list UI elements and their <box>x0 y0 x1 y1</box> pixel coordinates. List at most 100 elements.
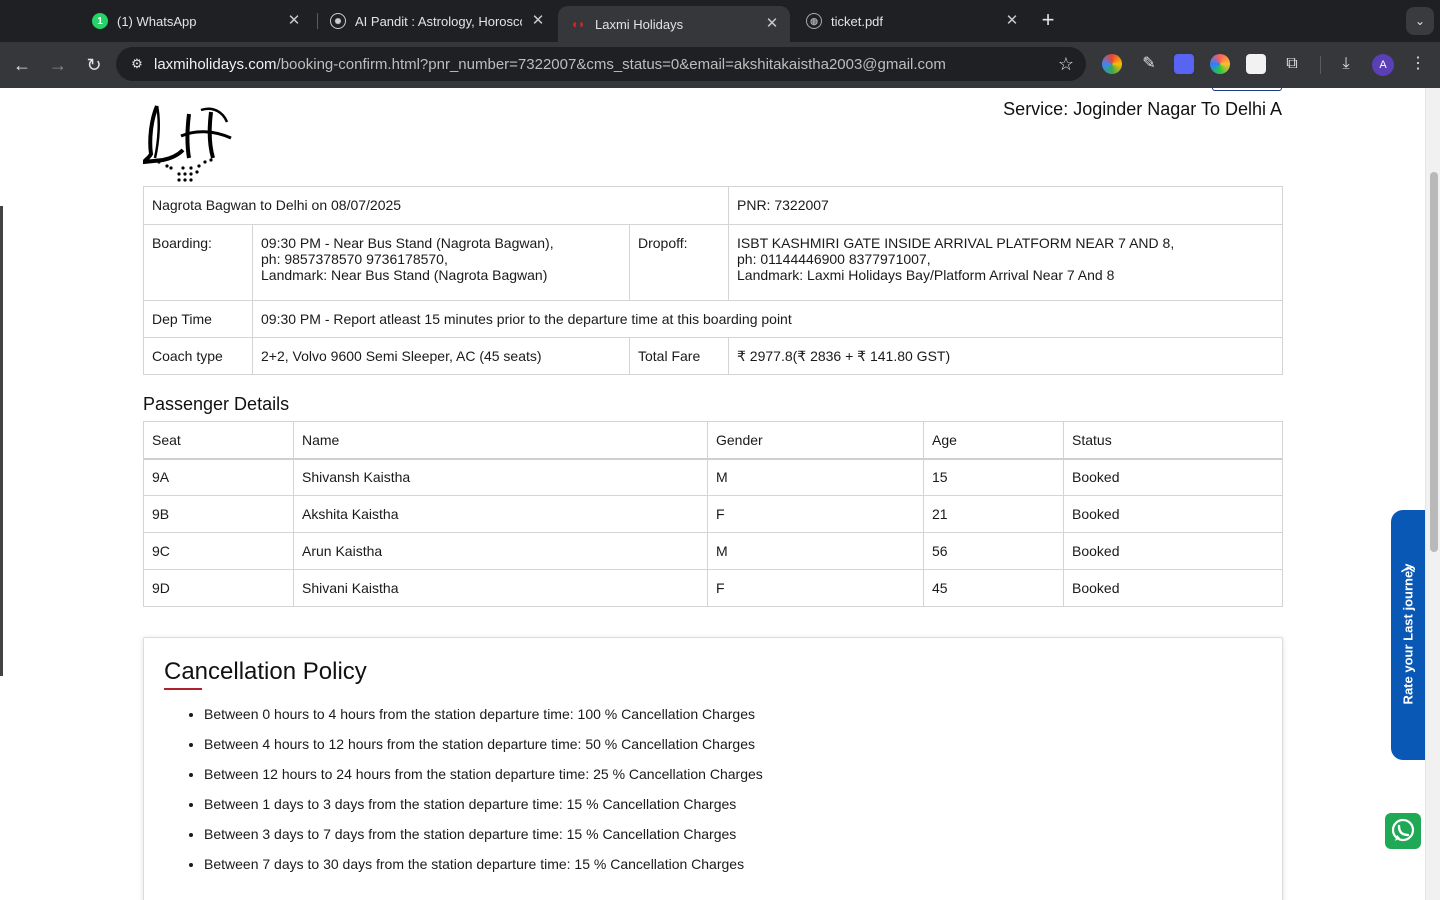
table-row: 9C Arun Kaistha M 56 Booked <box>143 532 1283 570</box>
column-header-gender: Gender <box>707 421 924 460</box>
table-row: 9B Akshita Kaistha F 21 Booked <box>143 495 1283 533</box>
cancellation-policy-title: Cancellation Policy <box>164 658 367 685</box>
boarding-label: Boarding: <box>143 224 253 301</box>
whatsapp-icon <box>1391 818 1415 842</box>
extensions-puzzle-icon[interactable]: ⧉ <box>1281 53 1303 75</box>
age-cell: 45 <box>923 569 1064 607</box>
name-cell: Akshita Kaistha <box>293 495 708 533</box>
tab-title: Laxmi Holidays <box>595 16 684 32</box>
bookmark-star-icon[interactable]: ☆ <box>1058 54 1074 75</box>
list-item: Between 3 days to 7 days from the statio… <box>204 824 763 854</box>
age-cell: 56 <box>923 532 1064 570</box>
arrow-left-icon: ← <box>13 55 31 75</box>
extension-ring-icon[interactable] <box>1210 54 1230 74</box>
boarding-line: Landmark: Near Bus Stand (Nagrota Bagwan… <box>261 267 548 283</box>
seat-cell: 9C <box>143 532 294 570</box>
status-cell: Booked <box>1063 495 1283 533</box>
tab-title: (1) WhatsApp <box>117 13 197 29</box>
dropoff-line: Landmark: Laxmi Holidays Bay/Platform Ar… <box>737 267 1115 283</box>
name-cell: Arun Kaistha <box>293 532 708 570</box>
back-button[interactable]: ← <box>9 52 35 78</box>
browser-toolbar: ← → ↻ ⚙ laxmiholidays.com/booking-confir… <box>0 42 1440 88</box>
laxmi-favicon: ◖◗ <box>570 17 586 31</box>
list-item: Between 4 hours to 12 hours from the sta… <box>204 734 763 764</box>
page-scrollbar[interactable] <box>1425 88 1440 900</box>
url-host: laxmiholidays.com <box>154 55 277 73</box>
route-cell: Nagrota Bagwan to Delhi on 08/07/2025 <box>143 186 729 225</box>
chevron-down-icon: ⌄ <box>1414 14 1426 28</box>
passenger-details-title: Passenger Details <box>143 394 290 414</box>
scrollbar-thumb[interactable] <box>1430 172 1438 552</box>
age-cell: 21 <box>923 495 1064 533</box>
forward-button[interactable]: → <box>45 52 71 78</box>
table-row: Coach type 2+2, Volvo 9600 Semi Sleeper,… <box>143 337 1283 375</box>
dropoff-line: ph: 01144446900 8377971007, <box>737 251 931 267</box>
cancellation-list: Between 0 hours to 4 hours from the stat… <box>204 704 763 884</box>
extension-t-icon[interactable] <box>1246 54 1266 74</box>
column-header-status: Status <box>1063 421 1283 460</box>
tab-whatsapp[interactable]: 1 (1) WhatsApp ✕ <box>80 6 312 36</box>
laxmi-holidays-logo <box>143 105 232 182</box>
toolbar-divider <box>1320 56 1321 74</box>
color-extension-icon[interactable] <box>1102 54 1122 74</box>
gender-cell: M <box>707 458 924 496</box>
close-tab-icon[interactable]: ✕ <box>286 13 302 29</box>
gender-cell: F <box>707 569 924 607</box>
dropoff-line: ISBT KASHMIRI GATE INSIDE ARRIVAL PLATFO… <box>737 235 1175 251</box>
top-button-edge[interactable] <box>1212 88 1282 91</box>
browser-tab-strip: 1 (1) WhatsApp ✕ ✺ AI Pandit : Astrology… <box>0 0 1440 42</box>
rate-journey-label: Rate your Last journey <box>1400 563 1416 705</box>
rate-journey-tab[interactable]: ︿ Rate your Last journey <box>1391 510 1425 760</box>
close-tab-icon[interactable]: ✕ <box>1004 13 1020 29</box>
fare-label: Total Fare <box>629 337 729 375</box>
status-cell: Booked <box>1063 569 1283 607</box>
close-tab-icon[interactable]: ✕ <box>530 13 546 29</box>
download-icon[interactable]: ⤓ <box>1335 53 1357 75</box>
tab-ai-pandit[interactable]: ✺ AI Pandit : Astrology, Horoscope ✕ <box>318 6 556 36</box>
list-item: Between 1 days to 3 days from the statio… <box>204 794 763 824</box>
dep-time-label: Dep Time <box>143 300 253 338</box>
status-cell: Booked <box>1063 532 1283 570</box>
gender-cell: F <box>707 495 924 533</box>
site-settings-icon[interactable]: ⚙ <box>120 47 154 81</box>
name-cell: Shivani Kaistha <box>293 569 708 607</box>
table-row: Dep Time 09:30 PM - Report atleast 15 mi… <box>143 300 1283 338</box>
tab-ticket-pdf[interactable]: ◍ ticket.pdf ✕ <box>794 6 1030 36</box>
tab-title: ticket.pdf <box>831 13 884 29</box>
boarding-line: 09:30 PM - Near Bus Stand (Nagrota Bagwa… <box>261 235 554 251</box>
seat-cell: 9B <box>143 495 294 533</box>
journey-info-table: Nagrota Bagwan to Delhi on 08/07/2025 PN… <box>143 186 1283 375</box>
close-tab-icon[interactable]: ✕ <box>764 16 780 32</box>
arrow-right-icon: → <box>49 55 67 75</box>
boarding-details: 09:30 PM - Near Bus Stand (Nagrota Bagwa… <box>252 224 630 301</box>
profile-avatar[interactable]: A <box>1372 54 1394 76</box>
dep-time-value: 09:30 PM - Report atleast 15 minutes pri… <box>252 300 1283 338</box>
service-title: Service: Joginder Nagar To Delhi A <box>1003 99 1282 119</box>
menu-kebab-icon[interactable]: ⋮ <box>1407 53 1429 75</box>
address-bar[interactable]: ⚙ laxmiholidays.com/booking-confirm.html… <box>116 47 1086 81</box>
seat-cell: 9D <box>143 569 294 607</box>
tab-search-button[interactable]: ⌄ <box>1406 7 1434 35</box>
seat-cell: 9A <box>143 458 294 496</box>
table-row: 9A Shivansh Kaistha M 15 Booked <box>143 458 1283 496</box>
url-text: laxmiholidays.com/booking-confirm.html?p… <box>154 56 946 73</box>
url-path: /booking-confirm.html?pnr_number=7322007… <box>276 55 946 73</box>
title-underline <box>164 688 202 690</box>
pnr-cell: PNR: 7322007 <box>728 186 1283 225</box>
globe-icon: ◍ <box>806 13 822 29</box>
eyedropper-icon[interactable]: ✎ <box>1138 53 1160 75</box>
whatsapp-icon: 1 <box>92 13 108 29</box>
whatsapp-chat-button[interactable] <box>1385 813 1421 849</box>
tab-laxmi-holidays[interactable]: ◖◗ Laxmi Holidays ✕ <box>558 6 790 42</box>
side-panel-edge <box>0 206 3 676</box>
fare-value: ₹ 2977.8(₹ 2836 + ₹ 141.80 GST) <box>728 337 1283 375</box>
new-tab-button[interactable]: + <box>1036 9 1060 33</box>
list-item: Between 7 days to 30 days from the stati… <box>204 854 763 884</box>
reload-icon: ↻ <box>86 55 102 75</box>
reload-button[interactable]: ↻ <box>81 52 107 78</box>
list-item: Between 12 hours to 24 hours from the st… <box>204 764 763 794</box>
extension-gear-icon[interactable] <box>1174 54 1194 74</box>
dropoff-details: ISBT KASHMIRI GATE INSIDE ARRIVAL PLATFO… <box>728 224 1283 301</box>
boarding-line: ph: 9857378570 9736178570, <box>261 251 448 267</box>
table-header-row: Seat Name Gender Age Status <box>143 421 1283 460</box>
